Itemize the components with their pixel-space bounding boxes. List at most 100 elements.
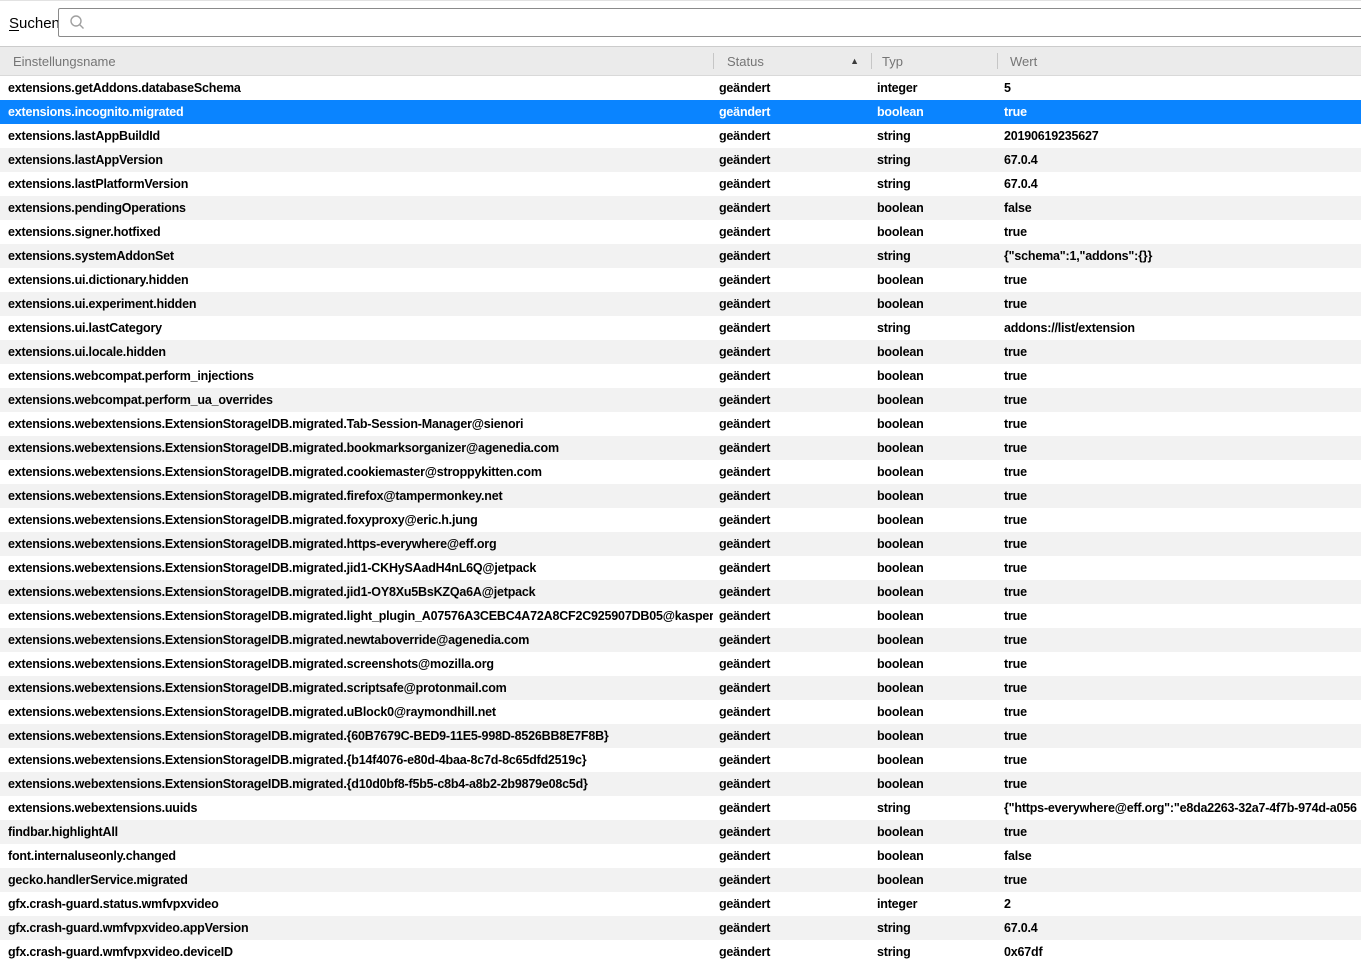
pref-name: extensions.webextensions.ExtensionStorag… xyxy=(0,484,713,508)
table-row[interactable]: extensions.webextensions.ExtensionStorag… xyxy=(0,700,1361,724)
pref-status: geändert xyxy=(713,268,871,292)
table-row[interactable]: extensions.webextensions.ExtensionStorag… xyxy=(0,772,1361,796)
pref-type: boolean xyxy=(871,580,997,604)
pref-type: boolean xyxy=(871,556,997,580)
table-row[interactable]: extensions.systemAddonSet geändert strin… xyxy=(0,244,1361,268)
column-header-name[interactable]: Einstellungsname xyxy=(0,47,713,75)
pref-name: extensions.webcompat.perform_injections xyxy=(0,364,713,388)
pref-value: true xyxy=(997,100,1361,124)
pref-value: {"schema":1,"addons":{}} xyxy=(997,244,1361,268)
table-row[interactable]: extensions.webextensions.ExtensionStorag… xyxy=(0,556,1361,580)
table-row[interactable]: extensions.webextensions.ExtensionStorag… xyxy=(0,580,1361,604)
pref-type: boolean xyxy=(871,508,997,532)
table-row[interactable]: font.internaluseonly.changed geändert bo… xyxy=(0,844,1361,868)
pref-value: true xyxy=(997,724,1361,748)
pref-name: gecko.handlerService.migrated xyxy=(0,868,713,892)
table-row[interactable]: gfx.crash-guard.status.wmfvpxvideo geänd… xyxy=(0,892,1361,916)
pref-name: extensions.incognito.migrated xyxy=(0,100,713,124)
table-row[interactable]: extensions.ui.experiment.hidden geändert… xyxy=(0,292,1361,316)
pref-value: true xyxy=(997,628,1361,652)
pref-status: geändert xyxy=(713,676,871,700)
pref-status: geändert xyxy=(713,628,871,652)
table-row[interactable]: extensions.webcompat.perform_injections … xyxy=(0,364,1361,388)
pref-status: geändert xyxy=(713,820,871,844)
pref-status: geändert xyxy=(713,244,871,268)
table-row[interactable]: extensions.webextensions.ExtensionStorag… xyxy=(0,484,1361,508)
about-config-page: Suchen: Einstellungsname Status ▲ Typ We… xyxy=(0,0,1361,969)
table-row[interactable]: extensions.webcompat.perform_ua_override… xyxy=(0,388,1361,412)
column-header-type[interactable]: Typ xyxy=(871,47,997,75)
pref-type: integer xyxy=(871,76,997,100)
pref-name: extensions.webcompat.perform_ua_override… xyxy=(0,388,713,412)
table-row[interactable]: extensions.getAddons.databaseSchema geän… xyxy=(0,76,1361,100)
table-row[interactable]: extensions.incognito.migrated geändert b… xyxy=(0,100,1361,124)
table-row[interactable]: extensions.webextensions.ExtensionStorag… xyxy=(0,652,1361,676)
table-row[interactable]: extensions.ui.locale.hidden geändert boo… xyxy=(0,340,1361,364)
table-row[interactable]: extensions.lastAppVersion geändert strin… xyxy=(0,148,1361,172)
search-input[interactable] xyxy=(86,9,1361,36)
pref-type: boolean xyxy=(871,268,997,292)
pref-name: font.internaluseonly.changed xyxy=(0,844,713,868)
column-header-status[interactable]: Status ▲ xyxy=(713,47,871,75)
pref-value: true xyxy=(997,508,1361,532)
table-row[interactable]: extensions.webextensions.ExtensionStorag… xyxy=(0,724,1361,748)
table-row[interactable]: extensions.webextensions.ExtensionStorag… xyxy=(0,748,1361,772)
column-header-value[interactable]: Wert xyxy=(997,47,1361,75)
pref-name: extensions.webextensions.ExtensionStorag… xyxy=(0,460,713,484)
pref-type: string xyxy=(871,796,997,820)
pref-name: extensions.webextensions.ExtensionStorag… xyxy=(0,580,713,604)
table-row[interactable]: extensions.webextensions.ExtensionStorag… xyxy=(0,628,1361,652)
table-row[interactable]: gfx.crash-guard.wmfvpxvideo.appVersion g… xyxy=(0,916,1361,940)
table-row[interactable]: extensions.webextensions.ExtensionStorag… xyxy=(0,604,1361,628)
table-row[interactable]: extensions.ui.dictionary.hidden geändert… xyxy=(0,268,1361,292)
table-row[interactable]: extensions.lastPlatformVersion geändert … xyxy=(0,172,1361,196)
pref-value: true xyxy=(997,388,1361,412)
table-row[interactable]: extensions.ui.lastCategory geändert stri… xyxy=(0,316,1361,340)
pref-name: extensions.ui.locale.hidden xyxy=(0,340,713,364)
table-row[interactable]: extensions.signer.hotfixed geändert bool… xyxy=(0,220,1361,244)
table-row[interactable]: extensions.webextensions.ExtensionStorag… xyxy=(0,532,1361,556)
pref-name: extensions.webextensions.ExtensionStorag… xyxy=(0,628,713,652)
pref-value: true xyxy=(997,364,1361,388)
pref-status: geändert xyxy=(713,772,871,796)
table-row[interactable]: extensions.webextensions.uuids geändert … xyxy=(0,796,1361,820)
pref-value: true xyxy=(997,676,1361,700)
pref-status: geändert xyxy=(713,916,871,940)
pref-name: extensions.webextensions.uuids xyxy=(0,796,713,820)
column-header-type-label: Typ xyxy=(882,54,903,69)
table-row[interactable]: extensions.lastAppBuildId geändert strin… xyxy=(0,124,1361,148)
pref-status: geändert xyxy=(713,700,871,724)
pref-status: geändert xyxy=(713,844,871,868)
pref-name: extensions.systemAddonSet xyxy=(0,244,713,268)
pref-status: geändert xyxy=(713,532,871,556)
table-row[interactable]: gfx.crash-guard.wmfvpxvideo.deviceID geä… xyxy=(0,940,1361,964)
pref-type: boolean xyxy=(871,436,997,460)
pref-type: string xyxy=(871,916,997,940)
pref-name: extensions.webextensions.ExtensionStorag… xyxy=(0,556,713,580)
pref-type: string xyxy=(871,244,997,268)
pref-name: extensions.webextensions.ExtensionStorag… xyxy=(0,652,713,676)
pref-name: extensions.webextensions.ExtensionStorag… xyxy=(0,700,713,724)
table-row[interactable]: extensions.webextensions.ExtensionStorag… xyxy=(0,676,1361,700)
pref-status: geändert xyxy=(713,76,871,100)
pref-value: 67.0.4 xyxy=(997,148,1361,172)
table-row[interactable]: extensions.webextensions.ExtensionStorag… xyxy=(0,460,1361,484)
table-row[interactable]: gecko.handlerService.migrated geändert b… xyxy=(0,868,1361,892)
pref-status: geändert xyxy=(713,148,871,172)
pref-status: geändert xyxy=(713,508,871,532)
pref-name: extensions.webextensions.ExtensionStorag… xyxy=(0,532,713,556)
pref-value: true xyxy=(997,748,1361,772)
pref-name: extensions.webextensions.ExtensionStorag… xyxy=(0,724,713,748)
pref-status: geändert xyxy=(713,796,871,820)
table-row[interactable]: extensions.pendingOperations geändert bo… xyxy=(0,196,1361,220)
table-row[interactable]: findbar.highlightAll geändert boolean tr… xyxy=(0,820,1361,844)
table-row[interactable]: extensions.webextensions.ExtensionStorag… xyxy=(0,412,1361,436)
pref-type: string xyxy=(871,124,997,148)
pref-status: geändert xyxy=(713,652,871,676)
table-row[interactable]: extensions.webextensions.ExtensionStorag… xyxy=(0,508,1361,532)
pref-value: true xyxy=(997,340,1361,364)
pref-value: 0x67df xyxy=(997,940,1361,964)
pref-status: geändert xyxy=(713,412,871,436)
pref-type: boolean xyxy=(871,532,997,556)
table-row[interactable]: extensions.webextensions.ExtensionStorag… xyxy=(0,436,1361,460)
